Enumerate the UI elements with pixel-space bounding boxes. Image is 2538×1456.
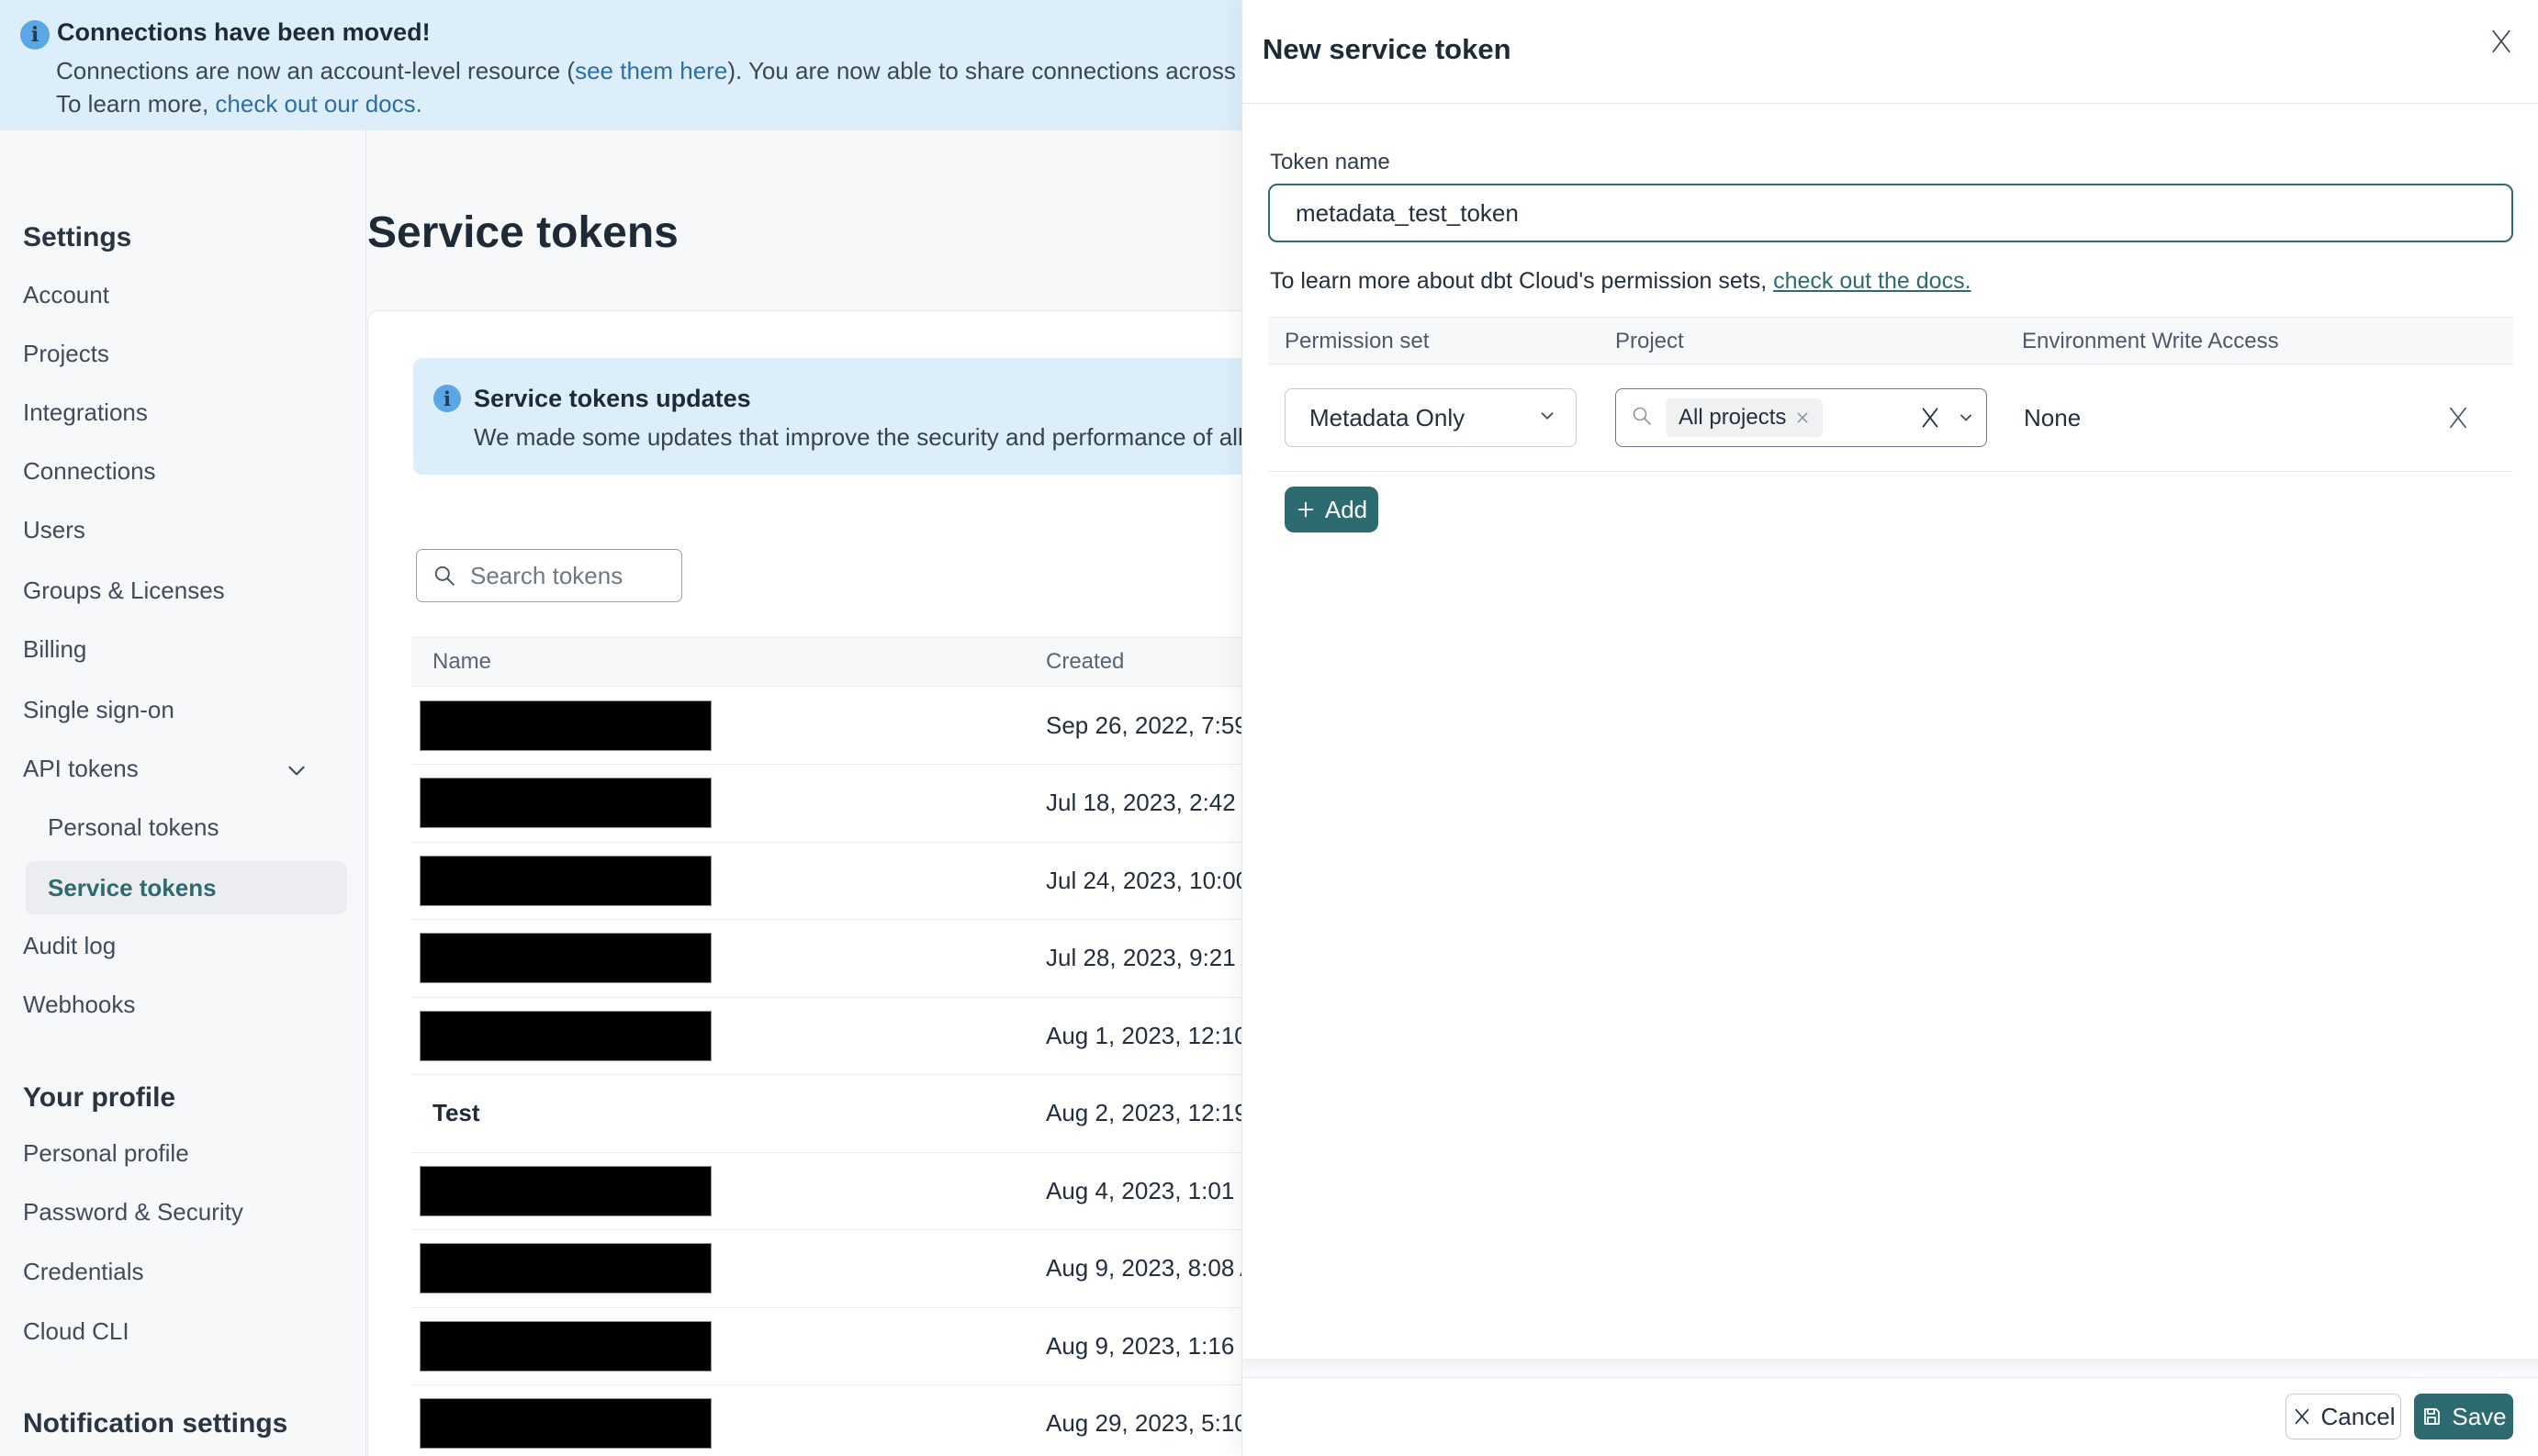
sidebar-item-personal-tokens[interactable]: Personal tokens (48, 813, 219, 842)
search-input[interactable] (416, 549, 682, 602)
sidebar-item-users[interactable]: Users (23, 516, 85, 544)
banner-title: Connections have been moved! (57, 18, 431, 46)
redacted-name-bar (420, 933, 712, 983)
row-name: Test (432, 1099, 480, 1126)
sidebar-item-credentials[interactable]: Credentials (23, 1258, 144, 1286)
close-icon (2295, 1408, 2308, 1425)
info-icon (20, 20, 50, 50)
docs-prefix: To learn more about dbt Cloud's permissi… (1270, 268, 1774, 294)
banner-body-prefix: Connections are now an account-level res… (56, 57, 576, 84)
clear-selection-icon[interactable] (1918, 405, 1942, 431)
new-service-token-panel: New service token Token name To learn mo… (1241, 0, 2538, 1456)
sidebar-item-cloud-cli[interactable]: Cloud CLI (23, 1317, 129, 1346)
add-permission-button[interactable]: Add (1285, 487, 1378, 532)
check-out-docs-link[interactable]: check out the docs. (1773, 268, 1971, 294)
redacted-name-bar (420, 1243, 712, 1294)
see-them-here-link[interactable]: see them here (575, 57, 727, 84)
sidebar-item-webhooks[interactable]: Webhooks (23, 991, 135, 1019)
dbt-cloud-settings-page: Connections have been moved! Connections… (0, 0, 2538, 1456)
save-button[interactable]: Save (2414, 1394, 2513, 1439)
redacted-name-bar (420, 1011, 712, 1061)
save-icon (2424, 1408, 2441, 1425)
search-tokens-box (416, 549, 682, 602)
page-title: Service tokens (367, 208, 679, 257)
sidebar-heading-notification-settings: Notification settings (23, 1408, 288, 1439)
env-write-access-value: None (2024, 404, 2082, 431)
permission-row-divider (1268, 471, 2513, 472)
sidebar-item-projects[interactable]: Projects (23, 340, 109, 368)
panel-title: New service token (1263, 33, 1511, 65)
column-header-created: Created (1046, 649, 1125, 674)
token-name-input[interactable] (1268, 184, 2513, 242)
chevron-down-icon (1537, 406, 1557, 431)
permission-set-value: Metadata Only (1309, 403, 1466, 431)
sidebar-heading-settings: Settings (23, 222, 132, 252)
project-chip-label: All projects (1679, 405, 1787, 430)
redacted-name-bar (420, 856, 712, 906)
column-header-env-write-access: Environment Write Access (2022, 329, 2279, 353)
learn-more-prefix: To learn more, (56, 90, 216, 118)
token-name-label: Token name (1270, 150, 1390, 174)
info-icon (433, 385, 461, 412)
chip-remove-icon[interactable] (1795, 410, 1810, 425)
check-docs-link[interactable]: check out our docs. (215, 90, 421, 118)
chevron-down-icon[interactable] (1957, 409, 1975, 427)
sidebar-item-personal-profile[interactable]: Personal profile (23, 1139, 189, 1168)
cancel-button-label: Cancel (2320, 1402, 2396, 1430)
permission-docs-line: To learn more about dbt Cloud's permissi… (1270, 268, 1971, 295)
sidebar-item-service-tokens[interactable]: Service tokens (48, 874, 217, 902)
sidebar-item-audit-log[interactable]: Audit log (23, 932, 116, 960)
column-header-name: Name (432, 649, 492, 674)
sidebar-item-password-security[interactable]: Password & Security (23, 1198, 243, 1226)
search-icon (1631, 405, 1653, 431)
plus-icon (1297, 501, 1314, 518)
chevron-down-icon[interactable] (285, 758, 309, 787)
panel-header-divider (1242, 103, 2538, 104)
column-header-project: Project (1615, 329, 1684, 353)
sidebar-item-connections[interactable]: Connections (23, 457, 156, 486)
redacted-name-bar (420, 778, 712, 828)
permission-table-header (1268, 317, 2513, 364)
redacted-name-bar (420, 1166, 712, 1216)
remove-permission-row-icon[interactable] (2445, 404, 2473, 431)
add-button-label: Add (1324, 495, 1368, 523)
project-chip: All projects (1666, 398, 1824, 437)
redacted-name-bar (420, 700, 712, 751)
banner-learn-more-line: To learn more, check out our docs. (56, 90, 422, 118)
infobox-title: Service tokens updates (474, 385, 751, 412)
close-icon[interactable] (2487, 26, 2519, 57)
column-header-permission-set: Permission set (1285, 329, 1430, 353)
sidebar-item-api-tokens[interactable]: API tokens (23, 755, 139, 783)
cancel-button[interactable]: Cancel (2285, 1394, 2401, 1439)
project-multiselect[interactable]: All projects (1615, 388, 1987, 447)
sidebar-item-account[interactable]: Account (23, 281, 109, 309)
footer-scroll-shadow (1242, 1359, 2538, 1377)
footer-divider (1242, 1377, 2538, 1378)
sidebar-item-integrations[interactable]: Integrations (23, 398, 148, 427)
permission-set-select[interactable]: Metadata Only (1285, 388, 1577, 447)
redacted-name-bar (420, 1321, 712, 1372)
sidebar-heading-your-profile: Your profile (23, 1082, 176, 1113)
redacted-name-bar (420, 1398, 712, 1449)
sidebar-item-billing[interactable]: Billing (23, 635, 86, 664)
sidebar-item-single-sign-on[interactable]: Single sign-on (23, 696, 174, 724)
save-button-label: Save (2452, 1402, 2507, 1430)
sidebar-item-groups-licenses[interactable]: Groups & Licenses (23, 577, 225, 605)
